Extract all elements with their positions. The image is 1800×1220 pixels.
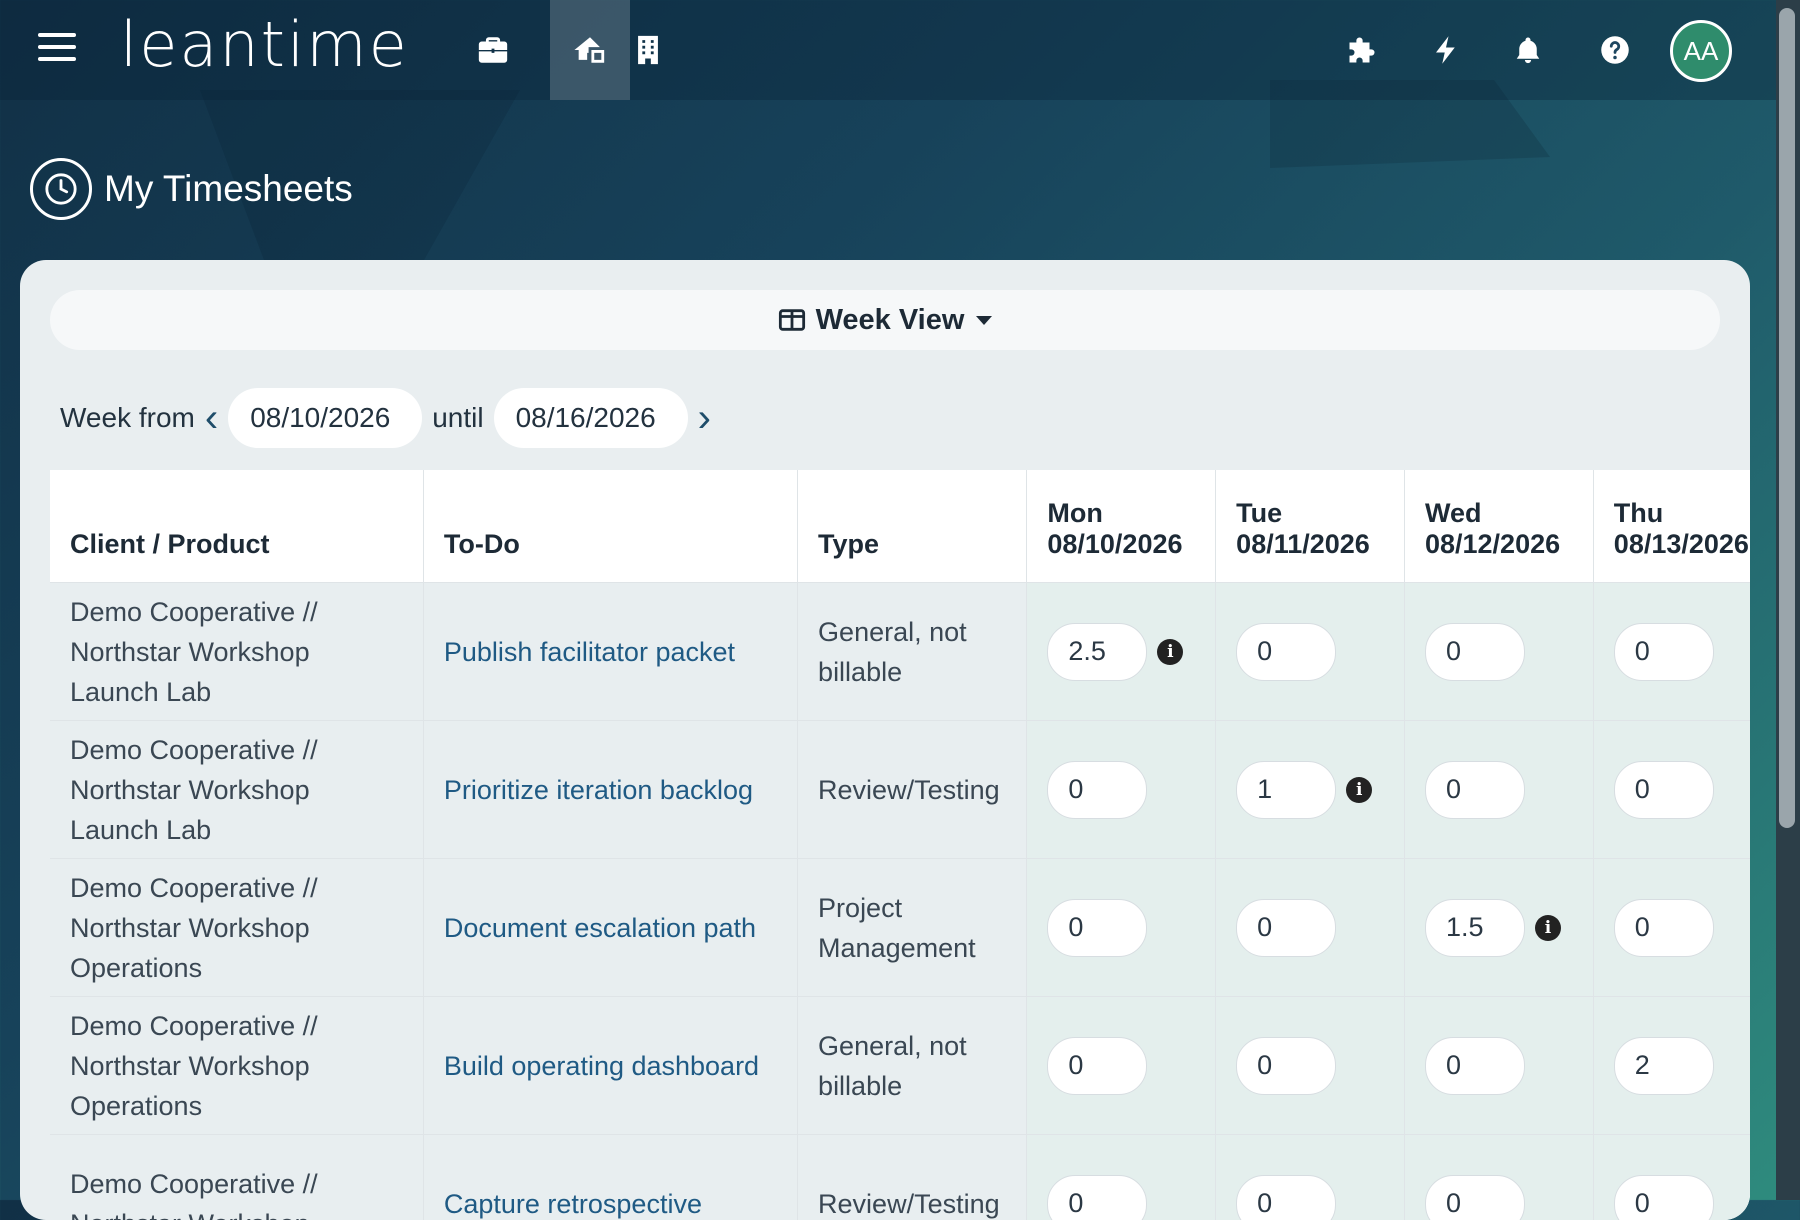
todo-link[interactable]: Capture retrospective [423, 1135, 797, 1220]
todo-link[interactable]: Document escalation path [423, 859, 797, 997]
menu-icon[interactable] [38, 33, 76, 65]
hours-cell [1027, 721, 1216, 859]
hours-cell [1593, 1135, 1750, 1220]
column-header-day[interactable]: Mon08/10/2026 [1027, 470, 1216, 583]
column-header-day[interactable]: Tue08/11/2026 [1216, 470, 1405, 583]
hours-input[interactable] [1047, 899, 1147, 957]
column-header-day[interactable]: Thu08/13/2026 [1593, 470, 1750, 583]
hours-input[interactable] [1236, 1175, 1336, 1220]
hours-cell [1593, 721, 1750, 859]
hours-cell [1404, 583, 1593, 721]
hours-cell [1404, 721, 1593, 859]
next-week-icon[interactable]: › [698, 398, 711, 438]
hours-cell: i [1216, 721, 1405, 859]
hours-cell [1027, 859, 1216, 997]
hours-cell [1593, 859, 1750, 997]
todo-link[interactable]: Prioritize iteration backlog [423, 721, 797, 859]
chevron-down-icon [976, 316, 992, 325]
client-product-cell: Demo Cooperative // Northstar Workshop [50, 1135, 423, 1220]
hours-input[interactable] [1425, 623, 1525, 681]
hours-input[interactable] [1425, 1175, 1525, 1220]
type-cell: General, not billable [798, 583, 1027, 721]
hours-input[interactable] [1047, 1037, 1147, 1095]
hours-cell [1216, 997, 1405, 1135]
clock-icon [30, 158, 92, 220]
week-view-dropdown[interactable]: Week View [50, 290, 1720, 350]
todo-link[interactable]: Build operating dashboard [423, 997, 797, 1135]
table-row: Demo Cooperative // Northstar Workshop O… [50, 997, 1750, 1135]
table-row: Demo Cooperative // Northstar Workshop L… [50, 721, 1750, 859]
hours-cell [1216, 583, 1405, 721]
columns-icon [778, 306, 806, 334]
hours-cell [1404, 1135, 1593, 1220]
page-header: My Timesheets [30, 158, 353, 220]
help-icon[interactable] [1595, 30, 1635, 70]
hours-cell [1027, 1135, 1216, 1220]
column-header-client[interactable]: Client / Product [50, 470, 423, 583]
info-icon[interactable]: i [1535, 915, 1561, 941]
scrollbar-thumb[interactable] [1779, 8, 1795, 828]
until-label: until [432, 402, 483, 434]
type-cell: General, not billable [798, 997, 1027, 1135]
top-navigation-bar: leantime AA [0, 0, 1776, 100]
column-header-day[interactable]: Wed08/12/2026 [1404, 470, 1593, 583]
hours-input[interactable] [1047, 761, 1147, 819]
type-cell: Review/Testing [798, 1135, 1027, 1220]
timesheet-table: Client / Product To-Do Type Mon08/10/202… [50, 470, 1750, 1220]
hours-input[interactable] [1047, 1175, 1147, 1220]
table-row: Demo Cooperative // Northstar Workshop O… [50, 859, 1750, 997]
week-end-date-input[interactable] [494, 388, 688, 448]
briefcase-icon[interactable] [453, 0, 533, 100]
column-header-type[interactable]: Type [798, 470, 1027, 583]
client-product-cell: Demo Cooperative // Northstar Workshop L… [50, 721, 423, 859]
type-cell: Project Management [798, 859, 1027, 997]
client-product-cell: Demo Cooperative // Northstar Workshop L… [50, 583, 423, 721]
client-product-cell: Demo Cooperative // Northstar Workshop O… [50, 859, 423, 997]
hours-input[interactable] [1614, 899, 1714, 957]
hours-cell [1593, 997, 1750, 1135]
hours-input[interactable] [1236, 761, 1336, 819]
page-title: My Timesheets [104, 168, 353, 210]
week-range: Week from ‹ until › [60, 388, 721, 448]
hours-input[interactable] [1614, 761, 1714, 819]
hours-input[interactable] [1425, 761, 1525, 819]
hours-input[interactable] [1614, 623, 1714, 681]
table-row: Demo Cooperative // Northstar WorkshopCa… [50, 1135, 1750, 1220]
user-avatar[interactable]: AA [1670, 20, 1732, 82]
hours-cell [1404, 997, 1593, 1135]
hours-cell [1216, 859, 1405, 997]
type-cell: Review/Testing [798, 721, 1027, 859]
week-start-date-input[interactable] [228, 388, 422, 448]
hours-cell [1027, 997, 1216, 1135]
hours-input[interactable] [1047, 623, 1147, 681]
hours-input[interactable] [1614, 1037, 1714, 1095]
view-label: Week View [816, 304, 965, 337]
hours-input[interactable] [1614, 1175, 1714, 1220]
leantime-logo[interactable]: leantime [120, 8, 409, 81]
info-icon[interactable]: i [1346, 777, 1372, 803]
hours-cell: i [1027, 583, 1216, 721]
timesheet-panel: Week View Week from ‹ until › Client / P… [20, 260, 1750, 1220]
hours-cell [1216, 1135, 1405, 1220]
hours-input[interactable] [1236, 1037, 1336, 1095]
puzzle-icon[interactable] [1342, 30, 1382, 70]
previous-week-icon[interactable]: ‹ [205, 398, 218, 438]
week-from-label: Week from [60, 402, 195, 434]
lightning-icon[interactable] [1426, 30, 1466, 70]
hours-cell: i [1404, 859, 1593, 997]
hours-input[interactable] [1236, 623, 1336, 681]
info-icon[interactable]: i [1157, 639, 1183, 665]
hours-input[interactable] [1425, 899, 1525, 957]
column-header-todo[interactable]: To-Do [423, 470, 797, 583]
building-icon[interactable] [608, 0, 688, 100]
table-header-row: Client / Product To-Do Type Mon08/10/202… [50, 470, 1750, 583]
hours-input[interactable] [1425, 1037, 1525, 1095]
hours-cell [1593, 583, 1750, 721]
client-product-cell: Demo Cooperative // Northstar Workshop O… [50, 997, 423, 1135]
bell-icon[interactable] [1508, 30, 1548, 70]
table-row: Demo Cooperative // Northstar Workshop L… [50, 583, 1750, 721]
todo-link[interactable]: Publish facilitator packet [423, 583, 797, 721]
hours-input[interactable] [1236, 899, 1336, 957]
